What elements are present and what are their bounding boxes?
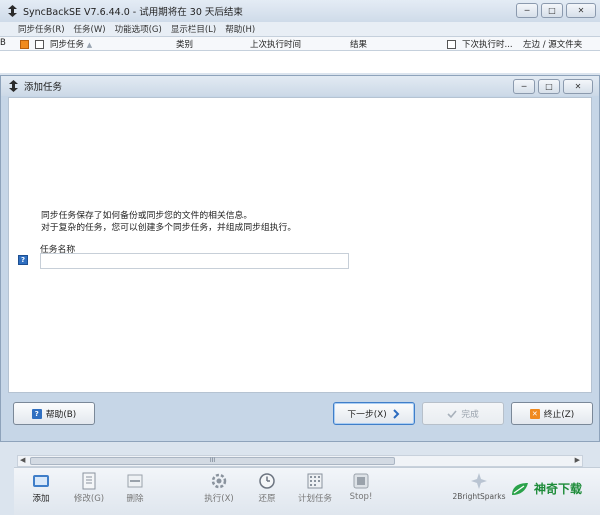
sort-ascending-icon: ▲ — [86, 41, 93, 49]
intro-line-1: 同步任务保存了如何备份或同步您的文件的相关信息。 — [41, 211, 253, 221]
add-task-label: 添加 — [32, 494, 50, 504]
column-header-left-source[interactable]: 左边 / 源文件夹 — [523, 38, 582, 50]
minimize-icon: ─ — [521, 82, 527, 91]
column-header-result[interactable]: 结果 — [350, 38, 367, 50]
abort-button[interactable]: ✕ 终止(Z) — [511, 402, 593, 425]
stop-button[interactable]: Stop! — [336, 472, 386, 502]
help-button-label: 帮助(B) — [45, 410, 77, 420]
menu-options[interactable]: 功能选项(G) — [115, 23, 162, 35]
add-task-icon — [33, 475, 49, 487]
delete-task-label: 删除 — [126, 494, 144, 504]
run-task-label: 执行(X) — [204, 494, 234, 504]
close-icon: ✕ — [574, 82, 582, 91]
column-next-run-checkbox[interactable] — [447, 40, 456, 49]
edit-task-button[interactable]: 修改(G) — [64, 472, 114, 504]
column-header-last-run[interactable]: 上次执行时间 — [250, 38, 301, 50]
horizontal-scrollbar[interactable]: ◀ III ▶ — [17, 455, 583, 467]
column-header-next-run[interactable]: 下次执行时... — [462, 38, 513, 50]
finish-button-label: 完成 — [461, 410, 479, 420]
minimize-button[interactable]: ─ — [516, 3, 538, 18]
maximize-button[interactable]: □ — [541, 3, 563, 18]
add-task-dialog: 添加任务 ─ □ ✕ 同步任务保存了如何备份或同步您的文件的相关信息。 对于复杂… — [0, 75, 600, 442]
intro-line-2: 对于复杂的任务，您可以创建多个同步任务，并组成同步组执行。 — [41, 223, 297, 233]
menu-bar: 同步任务(R) 任务(W) 功能选项(G) 显示栏目(L) 帮助(H) — [0, 22, 600, 36]
abort-button-label: 终止(Z) — [543, 410, 575, 420]
edit-task-icon — [82, 472, 96, 490]
syncback-app-icon — [6, 5, 18, 17]
dialog-content-panel: 同步任务保存了如何备份或同步您的文件的相关信息。 对于复杂的任务，您可以创建多个… — [8, 97, 592, 393]
close-icon: ✕ — [577, 6, 585, 15]
help-button[interactable]: ? 帮助(B) — [13, 402, 95, 425]
menu-sync-tasks[interactable]: 同步任务(R) — [18, 23, 65, 35]
intro-text: 同步任务保存了如何备份或同步您的文件的相关信息。 对于复杂的任务，您可以创建多个… — [41, 210, 296, 234]
menu-columns[interactable]: 显示栏目(L) — [171, 23, 216, 35]
edit-task-label: 修改(G) — [73, 494, 105, 504]
brand-label: 2BrightSparks — [452, 492, 506, 501]
help-icon: ? — [31, 408, 42, 419]
task-grid-header: B 同步任务 ▲ 类别 上次执行时间 结果 下次执行时... 左边 / 源文件夹 — [0, 36, 600, 51]
scroll-grip-icon: III — [209, 457, 216, 464]
dialog-title: 添加任务 — [24, 82, 63, 93]
dialog-minimize-button[interactable]: ─ — [513, 79, 535, 94]
column-edge-fragment: B — [0, 38, 6, 48]
main-title-bar[interactable]: SyncBackSE V7.6.44.0 - 试用期将在 30 天后结束 ─ □… — [0, 0, 600, 22]
next-button-label: 下一步(X) — [347, 410, 387, 420]
checkmark-icon — [447, 409, 457, 418]
2brightsparks-logo-icon — [471, 473, 487, 489]
menu-task[interactable]: 任务(W) — [74, 23, 106, 35]
main-window-title: SyncBackSE V7.6.44.0 - 试用期将在 30 天后结束 — [23, 7, 243, 18]
scrollbar-thumb[interactable]: III — [30, 457, 395, 465]
schedule-label: 计划任务 — [297, 494, 332, 504]
dialog-maximize-button[interactable]: □ — [538, 79, 560, 94]
run-task-button[interactable]: 执行(X) — [194, 472, 244, 504]
watermark-logo: 神奇下载 — [510, 480, 582, 497]
arrow-right-icon — [392, 408, 400, 419]
delete-task-icon — [127, 474, 143, 488]
dialog-footer: ? 帮助(B) 下一步(X) 完成 ✕ 终止(Z) — [1, 394, 599, 442]
column-checkbox[interactable] — [35, 40, 44, 49]
stop-icon — [353, 473, 369, 489]
watermark-leaf-icon — [512, 482, 528, 495]
column-header-category[interactable]: 类别 — [176, 38, 193, 50]
watermark-text: 神奇下载 — [534, 482, 583, 496]
delete-task-button[interactable]: 删除 — [110, 472, 160, 504]
dialog-close-button[interactable]: ✕ — [563, 79, 593, 94]
run-gear-icon — [211, 473, 227, 489]
minimize-icon: ─ — [524, 6, 530, 15]
schedule-button[interactable]: 计划任务 — [290, 472, 340, 504]
finish-button[interactable]: 完成 — [422, 402, 504, 425]
scroll-right-icon[interactable]: ▶ — [575, 456, 580, 464]
dialog-app-icon — [7, 80, 19, 92]
close-button[interactable]: ✕ — [566, 3, 596, 18]
scroll-left-icon[interactable]: ◀ — [20, 456, 25, 464]
maximize-icon: □ — [548, 6, 556, 15]
task-grid-body[interactable] — [0, 51, 600, 73]
add-task-button[interactable]: 添加 — [16, 472, 66, 504]
select-all-checkbox[interactable] — [20, 40, 29, 49]
maximize-icon: □ — [545, 82, 553, 91]
field-help-icon[interactable]: ? — [18, 255, 28, 265]
menu-help[interactable]: 帮助(H) — [225, 23, 255, 35]
next-button[interactable]: 下一步(X) — [333, 402, 415, 425]
column-header-task-name[interactable]: 同步任务 ▲ — [50, 38, 92, 50]
stop-label: Stop! — [349, 492, 373, 502]
restore-label: 还原 — [258, 494, 276, 504]
dialog-title-bar[interactable]: 添加任务 ─ □ ✕ — [1, 76, 599, 96]
restore-button[interactable]: 还原 — [242, 472, 292, 504]
restore-clock-icon — [259, 473, 275, 489]
schedule-grid-icon — [307, 473, 323, 489]
abort-x-icon: ✕ — [529, 408, 540, 419]
task-name-input[interactable] — [40, 253, 349, 269]
